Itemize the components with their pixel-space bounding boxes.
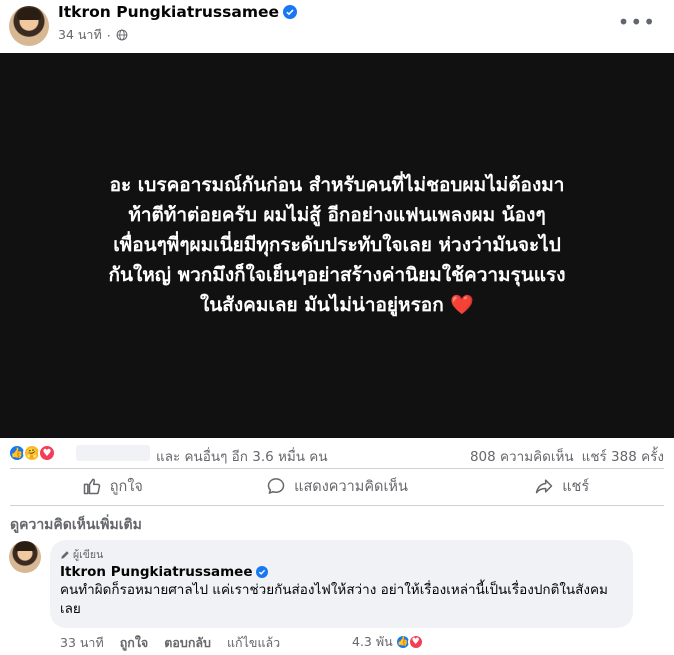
share-arrow-icon — [535, 479, 553, 494]
comment-count[interactable]: 808 ความคิดเห็น — [470, 449, 574, 465]
reaction-icons[interactable]: 👍 🤗 ♥ — [8, 444, 56, 462]
share-button[interactable]: แชร์ — [449, 470, 674, 502]
view-more-comments-link[interactable]: ดูความคิดเห็นเพิ่มเติม — [10, 514, 142, 536]
divider — [10, 505, 664, 506]
dot-separator: · — [106, 27, 111, 43]
comment-button[interactable]: แสดงความคิดเห็น — [225, 470, 450, 502]
author-avatar[interactable] — [9, 6, 49, 46]
comment-reaction-count: 4.3 พัน — [352, 634, 393, 649]
author-badge: ผู้เขียน — [60, 546, 103, 563]
commenter-avatar[interactable] — [9, 541, 41, 573]
share-label: แชร์ — [562, 478, 590, 495]
author-badge-label: ผู้เขียน — [73, 549, 104, 561]
commenter-name-text[interactable]: Itkron Pungkiatrussamee — [60, 564, 252, 580]
blurred-name — [76, 445, 150, 461]
comment-time[interactable]: 33 นาที — [60, 633, 104, 653]
heart-emoji: ❤️ — [450, 294, 474, 316]
comment-reactions[interactable]: 4.3 พัน 👍 ♥ — [352, 632, 424, 652]
post-header: Itkron Pungkiatrussamee 34 นาที · ••• — [0, 0, 674, 52]
comment-reply-button[interactable]: ตอบกลับ — [164, 633, 211, 653]
comment-meta: 33 นาที ถูกใจ ตอบกลับ แก้ไขแล้ว — [60, 633, 296, 653]
comment-bubble: ผู้เขียน Itkron Pungkiatrussamee คนทำผิด… — [50, 540, 633, 628]
reaction-summary[interactable]: และ คนอื่นๆ อีก 3.6 หมื่น คน — [156, 445, 328, 467]
engagement-counts: 808 ความคิดเห็น แชร์ 388 ครั้ง — [470, 445, 664, 467]
post-text-line: อะ เบรคอารมณ์กันก่อน สำหรับคนที่ไม่ชอบผม… — [109, 174, 565, 196]
post-text-line: ท้าตีท้าต่อยครับ ผมไม่สู้ อีกอย่างแฟนเพล… — [128, 204, 546, 226]
commenter-name[interactable]: Itkron Pungkiatrussamee — [60, 564, 269, 580]
post-actions: ถูกใจ แสดงความคิดเห็น แชร์ — [0, 470, 674, 502]
more-options-icon[interactable]: ••• — [618, 12, 656, 32]
comment-bubble-icon — [267, 478, 285, 494]
post-text-line: เพื่อนๆพี่ๆผมเนี่ยมีทุกระดับประทับใจเลย … — [113, 234, 561, 256]
like-label: ถูกใจ — [109, 478, 143, 495]
like-button[interactable]: ถูกใจ — [0, 470, 225, 502]
reactions-bar: 👍 🤗 ♥ และ คนอื่นๆ อีก 3.6 หมื่น คน 808 ค… — [0, 441, 674, 467]
thumbs-up-icon — [83, 478, 101, 495]
post-text: อะ เบรคอารมณ์กันก่อน สำหรับคนที่ไม่ชอบผม… — [24, 170, 650, 320]
comment-label: แสดงความคิดเห็น — [294, 478, 408, 495]
post-text-line-last: ในสังคมเลย มันไม่น่าอยู่หรอก ❤️ — [24, 290, 650, 320]
verified-badge-icon — [256, 566, 269, 578]
author-name-text[interactable]: Itkron Pungkiatrussamee — [58, 3, 279, 21]
love-reaction-icon: ♥ — [407, 634, 424, 650]
share-count[interactable]: แชร์ 388 ครั้ง — [582, 449, 664, 465]
verified-badge-icon — [283, 5, 297, 19]
post-time[interactable]: 34 นาที — [58, 25, 102, 45]
pen-icon — [61, 550, 69, 559]
globe-icon — [116, 29, 128, 41]
divider — [10, 468, 664, 469]
post-text-line: กันใหญ่ พวกมึงก็ใจเย็นๆอย่าสร้างค่านิยมใ… — [108, 264, 566, 286]
comment-edited-label[interactable]: แก้ไขแล้ว — [227, 633, 280, 653]
post-text-line: ในสังคมเลย มันไม่น่าอยู่หรอก — [200, 294, 444, 316]
comment-text: คนทำผิดก็รอหมายศาลไป แค่เราช่วยกันส่องไฟ… — [60, 582, 608, 617]
author-name[interactable]: Itkron Pungkiatrussamee — [58, 3, 297, 21]
post-meta: 34 นาที · — [58, 25, 128, 45]
comment-like-button[interactable]: ถูกใจ — [120, 633, 149, 653]
love-reaction-icon: ♥ — [38, 444, 56, 462]
